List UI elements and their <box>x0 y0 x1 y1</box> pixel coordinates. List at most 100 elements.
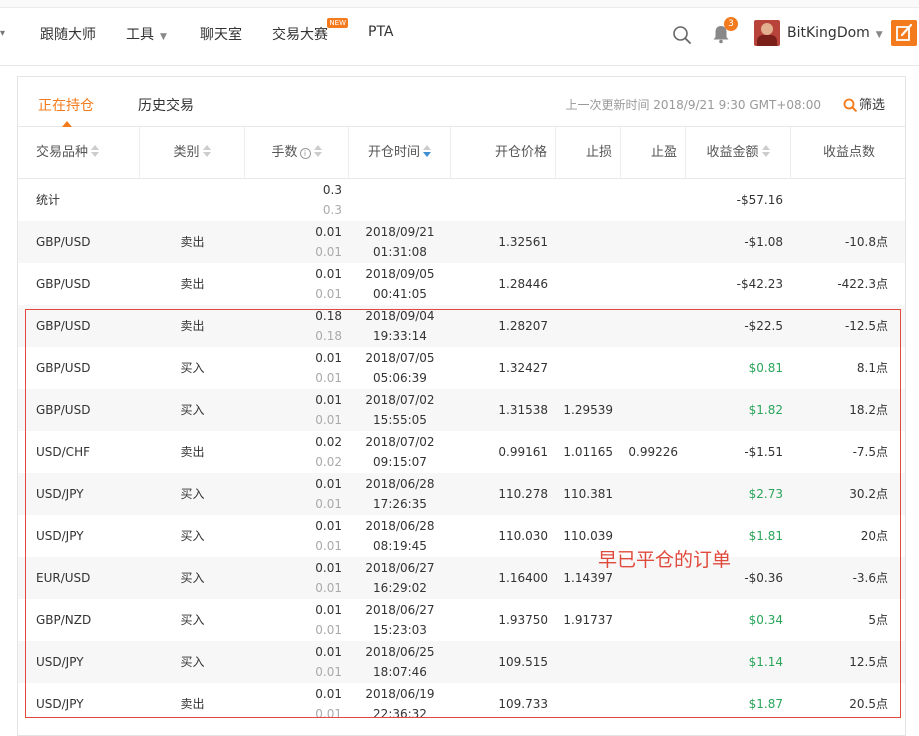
cell-open-time-primary: 2018/07/05 <box>365 351 435 365</box>
cell-symbol: USD/JPY <box>36 697 84 711</box>
cell-open-time: 2018/06/27 16:29:02 <box>349 557 451 599</box>
cell-open-time: 2018/06/28 17:26:35 <box>349 473 451 515</box>
cell-side: 买入 <box>180 529 205 543</box>
cell-symbol: EUR/USD <box>36 571 91 585</box>
table-row[interactable]: USD/CHF 卖出 0.02 0.02 2018/07/02 09:15:07 0.991… <box>18 431 905 473</box>
cell-open-time: 2018/06/19 22:36:32 <box>349 683 451 725</box>
summary-profit: -$57.16 <box>736 193 783 207</box>
cell-lots-secondary: 0.01 <box>315 413 342 427</box>
col-type[interactable]: 类别 <box>140 127 245 179</box>
nav-tools[interactable]: 工具 ▼ <box>126 24 167 44</box>
cell-stop-loss <box>556 263 613 305</box>
sort-icon <box>761 145 770 157</box>
chevron-down-icon[interactable]: ▾ <box>0 28 5 39</box>
cell-open-time-secondary: 08:19:45 <box>373 539 427 553</box>
cell-lots-secondary: 0.01 <box>315 707 342 721</box>
cell-lots-primary: 0.01 <box>315 603 342 617</box>
col-lots[interactable]: 手数 i <box>245 127 349 179</box>
cell-side: 卖出 <box>180 319 205 333</box>
cell-profit: $1.82 <box>748 403 783 417</box>
cell-open-time: 2018/06/25 18:07:46 <box>349 641 451 683</box>
nav-chatroom[interactable]: 聊天室 <box>200 24 242 44</box>
table-row[interactable]: USD/JPY 买入 0.01 0.01 2018/06/25 18:07:46 109.5… <box>18 641 905 683</box>
cell-symbol: GBP/USD <box>36 319 91 333</box>
table-row[interactable]: GBP/NZD 买入 0.01 0.01 2018/06/27 15:23:03 1.937… <box>18 599 905 641</box>
cell-open-time-primary: 2018/09/05 <box>365 267 435 281</box>
table-row[interactable]: USD/JPY 买入 0.01 0.01 2018/06/28 08:19:45 110.0… <box>18 515 905 557</box>
sort-icon <box>91 145 100 157</box>
col-stop-loss: 止损 <box>556 127 621 179</box>
col-symbol[interactable]: 交易品种 <box>18 127 140 179</box>
cell-side: 买入 <box>180 571 205 585</box>
cell-open-time-secondary: 22:36:32 <box>373 707 427 721</box>
cell-open-price: 1.32427 <box>498 361 548 375</box>
cell-points: 20点 <box>860 529 888 543</box>
table-row[interactable]: EUR/USD 买入 0.01 0.01 2018/06/27 16:29:02 1.164… <box>18 557 905 599</box>
cell-open-price: 1.32561 <box>498 235 548 249</box>
cell-points: 8.1点 <box>856 361 888 375</box>
nav-pta[interactable]: PTA <box>368 24 393 40</box>
cell-lots-secondary: 0.18 <box>315 329 342 343</box>
tab-open-positions[interactable]: 正在持仓 <box>38 95 94 115</box>
cell-open-time: 2018/09/04 19:33:14 <box>349 305 451 347</box>
cell-take-profit <box>621 599 678 641</box>
cell-open-time-primary: 2018/06/27 <box>365 561 435 575</box>
tab-trade-history[interactable]: 历史交易 <box>138 95 194 115</box>
avatar[interactable] <box>754 20 780 46</box>
cell-open-time-secondary: 15:55:05 <box>373 413 427 427</box>
col-open-time[interactable]: 开仓时间 <box>349 127 451 179</box>
table-row[interactable]: GBP/USD 卖出 0.18 0.18 2018/09/04 19:33:14 1.282… <box>18 305 905 347</box>
cell-lots: 0.02 0.02 <box>245 431 342 473</box>
cell-points: -7.5点 <box>852 445 888 459</box>
cell-lots-primary: 0.01 <box>315 519 342 533</box>
cell-side: 卖出 <box>180 235 205 249</box>
table-row[interactable]: GBP/USD 卖出 0.01 0.01 2018/09/05 00:41:05 1.284… <box>18 263 905 305</box>
nav-tools-label: 工具 <box>126 27 154 43</box>
cell-lots-secondary: 0.01 <box>315 665 342 679</box>
cell-open-time-primary: 2018/06/28 <box>365 477 435 491</box>
filter-label: 筛选 <box>858 98 885 113</box>
cell-stop-loss <box>556 221 613 263</box>
cell-stop-loss: 110.381 <box>563 487 613 501</box>
summary-lots-value: 0.3 <box>322 183 342 197</box>
search-icon <box>843 98 857 112</box>
info-icon[interactable]: i <box>299 148 311 159</box>
nav-follow-masters[interactable]: 跟随大师 <box>40 24 96 44</box>
col-points-label: 收益点数 <box>822 145 875 160</box>
cell-lots-primary: 0.01 <box>315 687 342 701</box>
summary-lots-sub: 0.3 <box>322 203 342 217</box>
filter-button[interactable]: 筛选 <box>843 94 885 113</box>
table-row[interactable]: GBP/USD 买入 0.01 0.01 2018/07/05 05:06:39 1.324… <box>18 347 905 389</box>
cell-symbol: USD/CHF <box>36 445 90 459</box>
cell-lots-secondary: 0.02 <box>315 455 342 469</box>
cell-profit: $0.34 <box>748 613 783 627</box>
table-row[interactable]: GBP/USD 卖出 0.01 0.01 2018/09/21 01:31:08 1.325… <box>18 221 905 263</box>
cell-lots: 0.01 0.01 <box>245 599 342 641</box>
cell-points: -12.5点 <box>844 319 888 333</box>
sort-desc-icon <box>423 145 431 157</box>
table-row[interactable]: GBP/USD 买入 0.01 0.01 2018/07/02 15:55:05 1.315… <box>18 389 905 431</box>
cell-open-time-primary: 2018/06/19 <box>365 687 435 701</box>
cell-lots-primary: 0.01 <box>315 561 342 575</box>
cell-open-time: 2018/07/05 05:06:39 <box>349 347 451 389</box>
edit-icon[interactable] <box>891 20 917 46</box>
cell-lots: 0.01 0.01 <box>245 263 342 305</box>
cell-points: 18.2点 <box>849 403 888 417</box>
cell-open-price: 1.16400 <box>498 571 548 585</box>
cell-open-time-primary: 2018/07/02 <box>365 435 435 449</box>
cell-side: 卖出 <box>180 697 205 711</box>
cell-open-price: 1.31538 <box>498 403 548 417</box>
sort-icon <box>202 145 211 157</box>
nav-trading-contest[interactable]: 交易大赛 NEW <box>272 18 348 44</box>
tab-bar: 正在持仓 历史交易 上一次更新时间 2018/9/21 9:30 GMT+08:… <box>18 77 905 127</box>
user-menu[interactable]: BitKingDom ▼ <box>787 25 883 41</box>
cell-stop-loss: 1.91737 <box>563 613 613 627</box>
cell-symbol: GBP/NZD <box>36 613 92 627</box>
col-profit[interactable]: 收益金额 <box>686 127 791 179</box>
cell-points: 30.2点 <box>849 487 888 501</box>
cell-points: -422.3点 <box>837 277 888 291</box>
search-icon[interactable] <box>672 25 692 45</box>
table-row[interactable]: USD/JPY 卖出 0.01 0.01 2018/06/19 22:36:32 109.7… <box>18 683 905 725</box>
table-row[interactable]: USD/JPY 买入 0.01 0.01 2018/06/28 17:26:35 110.2… <box>18 473 905 515</box>
cell-side: 买入 <box>180 613 205 627</box>
